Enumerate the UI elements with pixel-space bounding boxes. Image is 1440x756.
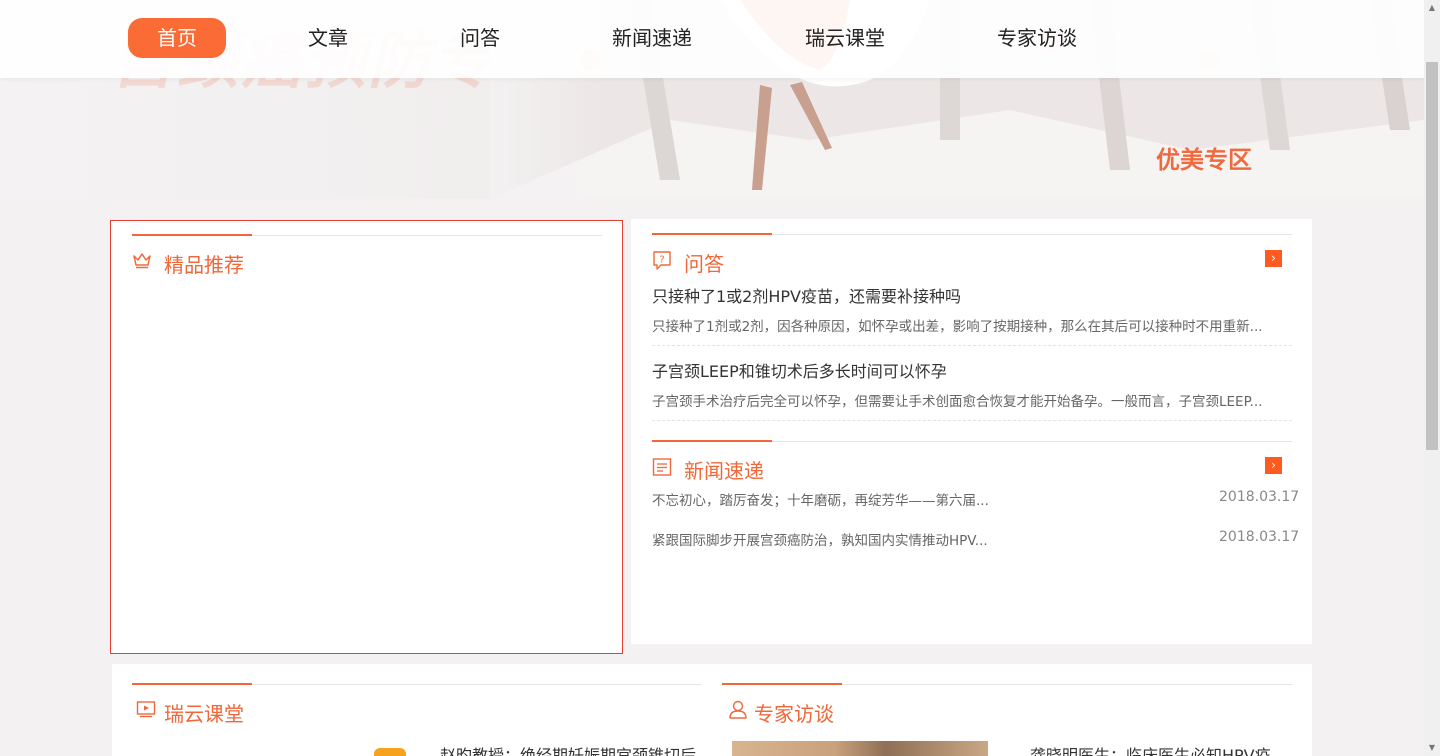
classroom-thumbnail[interactable]	[374, 748, 406, 756]
qa-more-button[interactable]: ›	[1265, 250, 1282, 267]
interview-thumbnail[interactable]	[732, 741, 988, 756]
scroll-up-arrow[interactable]: ▲	[1424, 0, 1440, 16]
section-accent-bar	[652, 233, 772, 235]
nav-item-interviews[interactable]: 专家访谈	[997, 18, 1077, 58]
news-item-1-title[interactable]: 不忘初心，踏厉奋发；十年磨砺，再绽芳华——第六届...	[652, 489, 989, 509]
qa-divider	[652, 345, 1292, 346]
section-accent-bar	[652, 440, 772, 442]
qa-title: 问答	[684, 252, 724, 276]
nav-item-news[interactable]: 新闻速递	[612, 18, 692, 58]
news-item-2-date: 2018.03.17	[1219, 529, 1300, 545]
nav-item-qa[interactable]: 问答	[460, 18, 500, 58]
nav-item-home[interactable]: 首页	[128, 18, 226, 58]
qa-answer-1: 只接种了1剂或2剂，因各种原因，如怀孕或出差，影响了按期接种，那么在其后可以接种…	[652, 319, 1263, 335]
question-bubble-icon: ?	[653, 251, 671, 270]
interview-panel: 专家访谈 龚晓明医生：临床医生必知HPV疫	[710, 664, 1312, 756]
qa-question-1[interactable]: 只接种了1或2剂HPV疫苗，还需要补接种吗	[652, 283, 961, 307]
section-accent-bar	[132, 683, 252, 685]
scroll-down-arrow[interactable]: ▼	[1424, 740, 1440, 756]
qa-news-panel: ? 问答 › 只接种了1或2剂HPV疫苗，还需要补接种吗 只接种了1剂或2剂，因…	[631, 219, 1312, 644]
classroom-panel: 瑞云课堂 赵昀教授：绝经期妊娠期宫颈锥切后	[112, 664, 712, 756]
video-play-icon	[136, 701, 156, 718]
news-header: 新闻速递 ›	[652, 440, 1292, 483]
hero-tag: 优美专区	[1156, 146, 1252, 174]
classroom-header: 瑞云课堂	[132, 683, 702, 726]
news-item-2-title[interactable]: 紧跟国际脚步开展宫颈癌防治，孰知国内实情推动HPV...	[652, 529, 988, 549]
classroom-card-title[interactable]: 赵昀教授：绝经期妊娠期宫颈锥切后	[440, 742, 696, 756]
news-list-icon	[652, 458, 672, 476]
news-item-1-date: 2018.03.17	[1219, 489, 1300, 505]
featured-title: 精品推荐	[164, 253, 244, 277]
featured-panel: 精品推荐	[110, 220, 623, 654]
svg-text:?: ?	[659, 255, 664, 266]
qa-question-2[interactable]: 子宫颈LEEP和锥切术后多长时间可以怀孕	[652, 358, 947, 382]
crown-icon	[133, 253, 151, 269]
expert-person-icon	[729, 700, 747, 719]
scrollbar-thumb[interactable]	[1426, 62, 1438, 450]
qa-answer-2: 子宫颈手术治疗后完全可以怀孕，但需要让手术创面愈合恢复才能开始备孕。一般而言，子…	[652, 394, 1263, 410]
qa-header: ? 问答 ›	[652, 233, 1292, 276]
interview-card-title[interactable]: 龚晓明医生：临床医生必知HPV疫	[1030, 742, 1271, 756]
nav-item-articles[interactable]: 文章	[308, 18, 348, 58]
interview-title: 专家访谈	[754, 702, 834, 726]
news-title: 新闻速递	[684, 459, 764, 483]
top-navigation: 首页 文章 问答 新闻速递 瑞云课堂 专家访谈	[0, 0, 1424, 78]
section-accent-bar	[132, 234, 252, 236]
featured-header: 精品推荐	[132, 234, 602, 277]
qa-divider	[652, 420, 1292, 421]
news-more-button[interactable]: ›	[1265, 457, 1282, 474]
classroom-title: 瑞云课堂	[164, 702, 244, 726]
section-accent-bar	[722, 683, 842, 685]
nav-item-classroom[interactable]: 瑞云课堂	[805, 18, 885, 58]
interview-header: 专家访谈	[722, 683, 1292, 726]
